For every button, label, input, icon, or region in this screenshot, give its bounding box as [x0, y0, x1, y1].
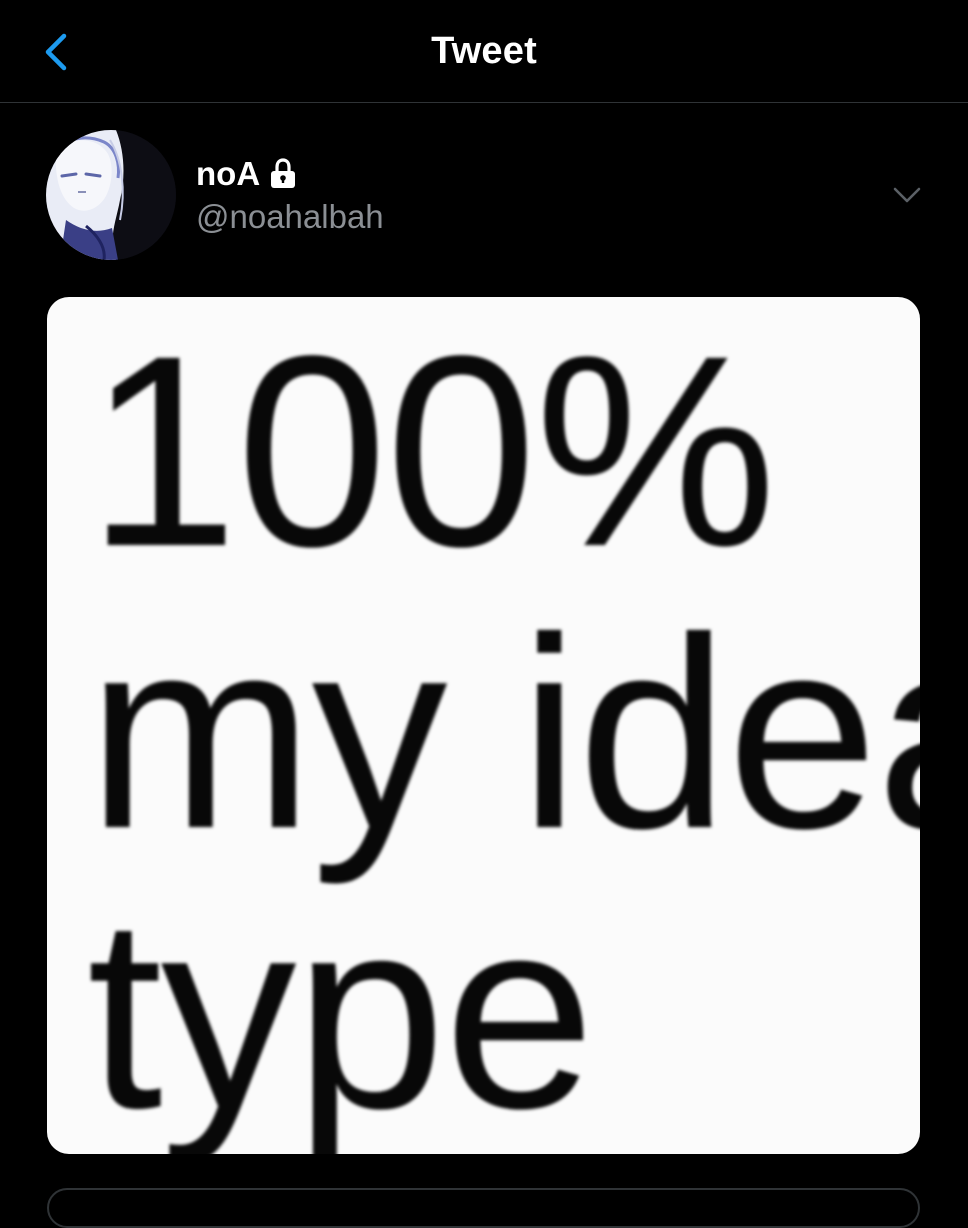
author-name-row: noA — [196, 154, 298, 194]
avatar[interactable] — [46, 130, 176, 260]
display-name[interactable]: noA — [196, 155, 260, 193]
page-title: Tweet — [431, 30, 537, 72]
image-text-line-2: my ideal — [87, 581, 920, 885]
image-text-line-3: type — [87, 861, 595, 1154]
avatar-image — [46, 130, 176, 260]
chevron-down-icon — [893, 187, 921, 203]
tweet-image[interactable]: 100% my ideal type — [47, 297, 920, 1154]
lock-icon — [268, 158, 298, 190]
next-card-edge — [47, 1188, 920, 1228]
tweet-menu-button[interactable] — [890, 180, 924, 210]
author-handle[interactable]: @noahalbah — [196, 198, 384, 236]
top-bar: Tweet — [0, 0, 968, 103]
image-text-line-1: 100% — [87, 299, 777, 603]
